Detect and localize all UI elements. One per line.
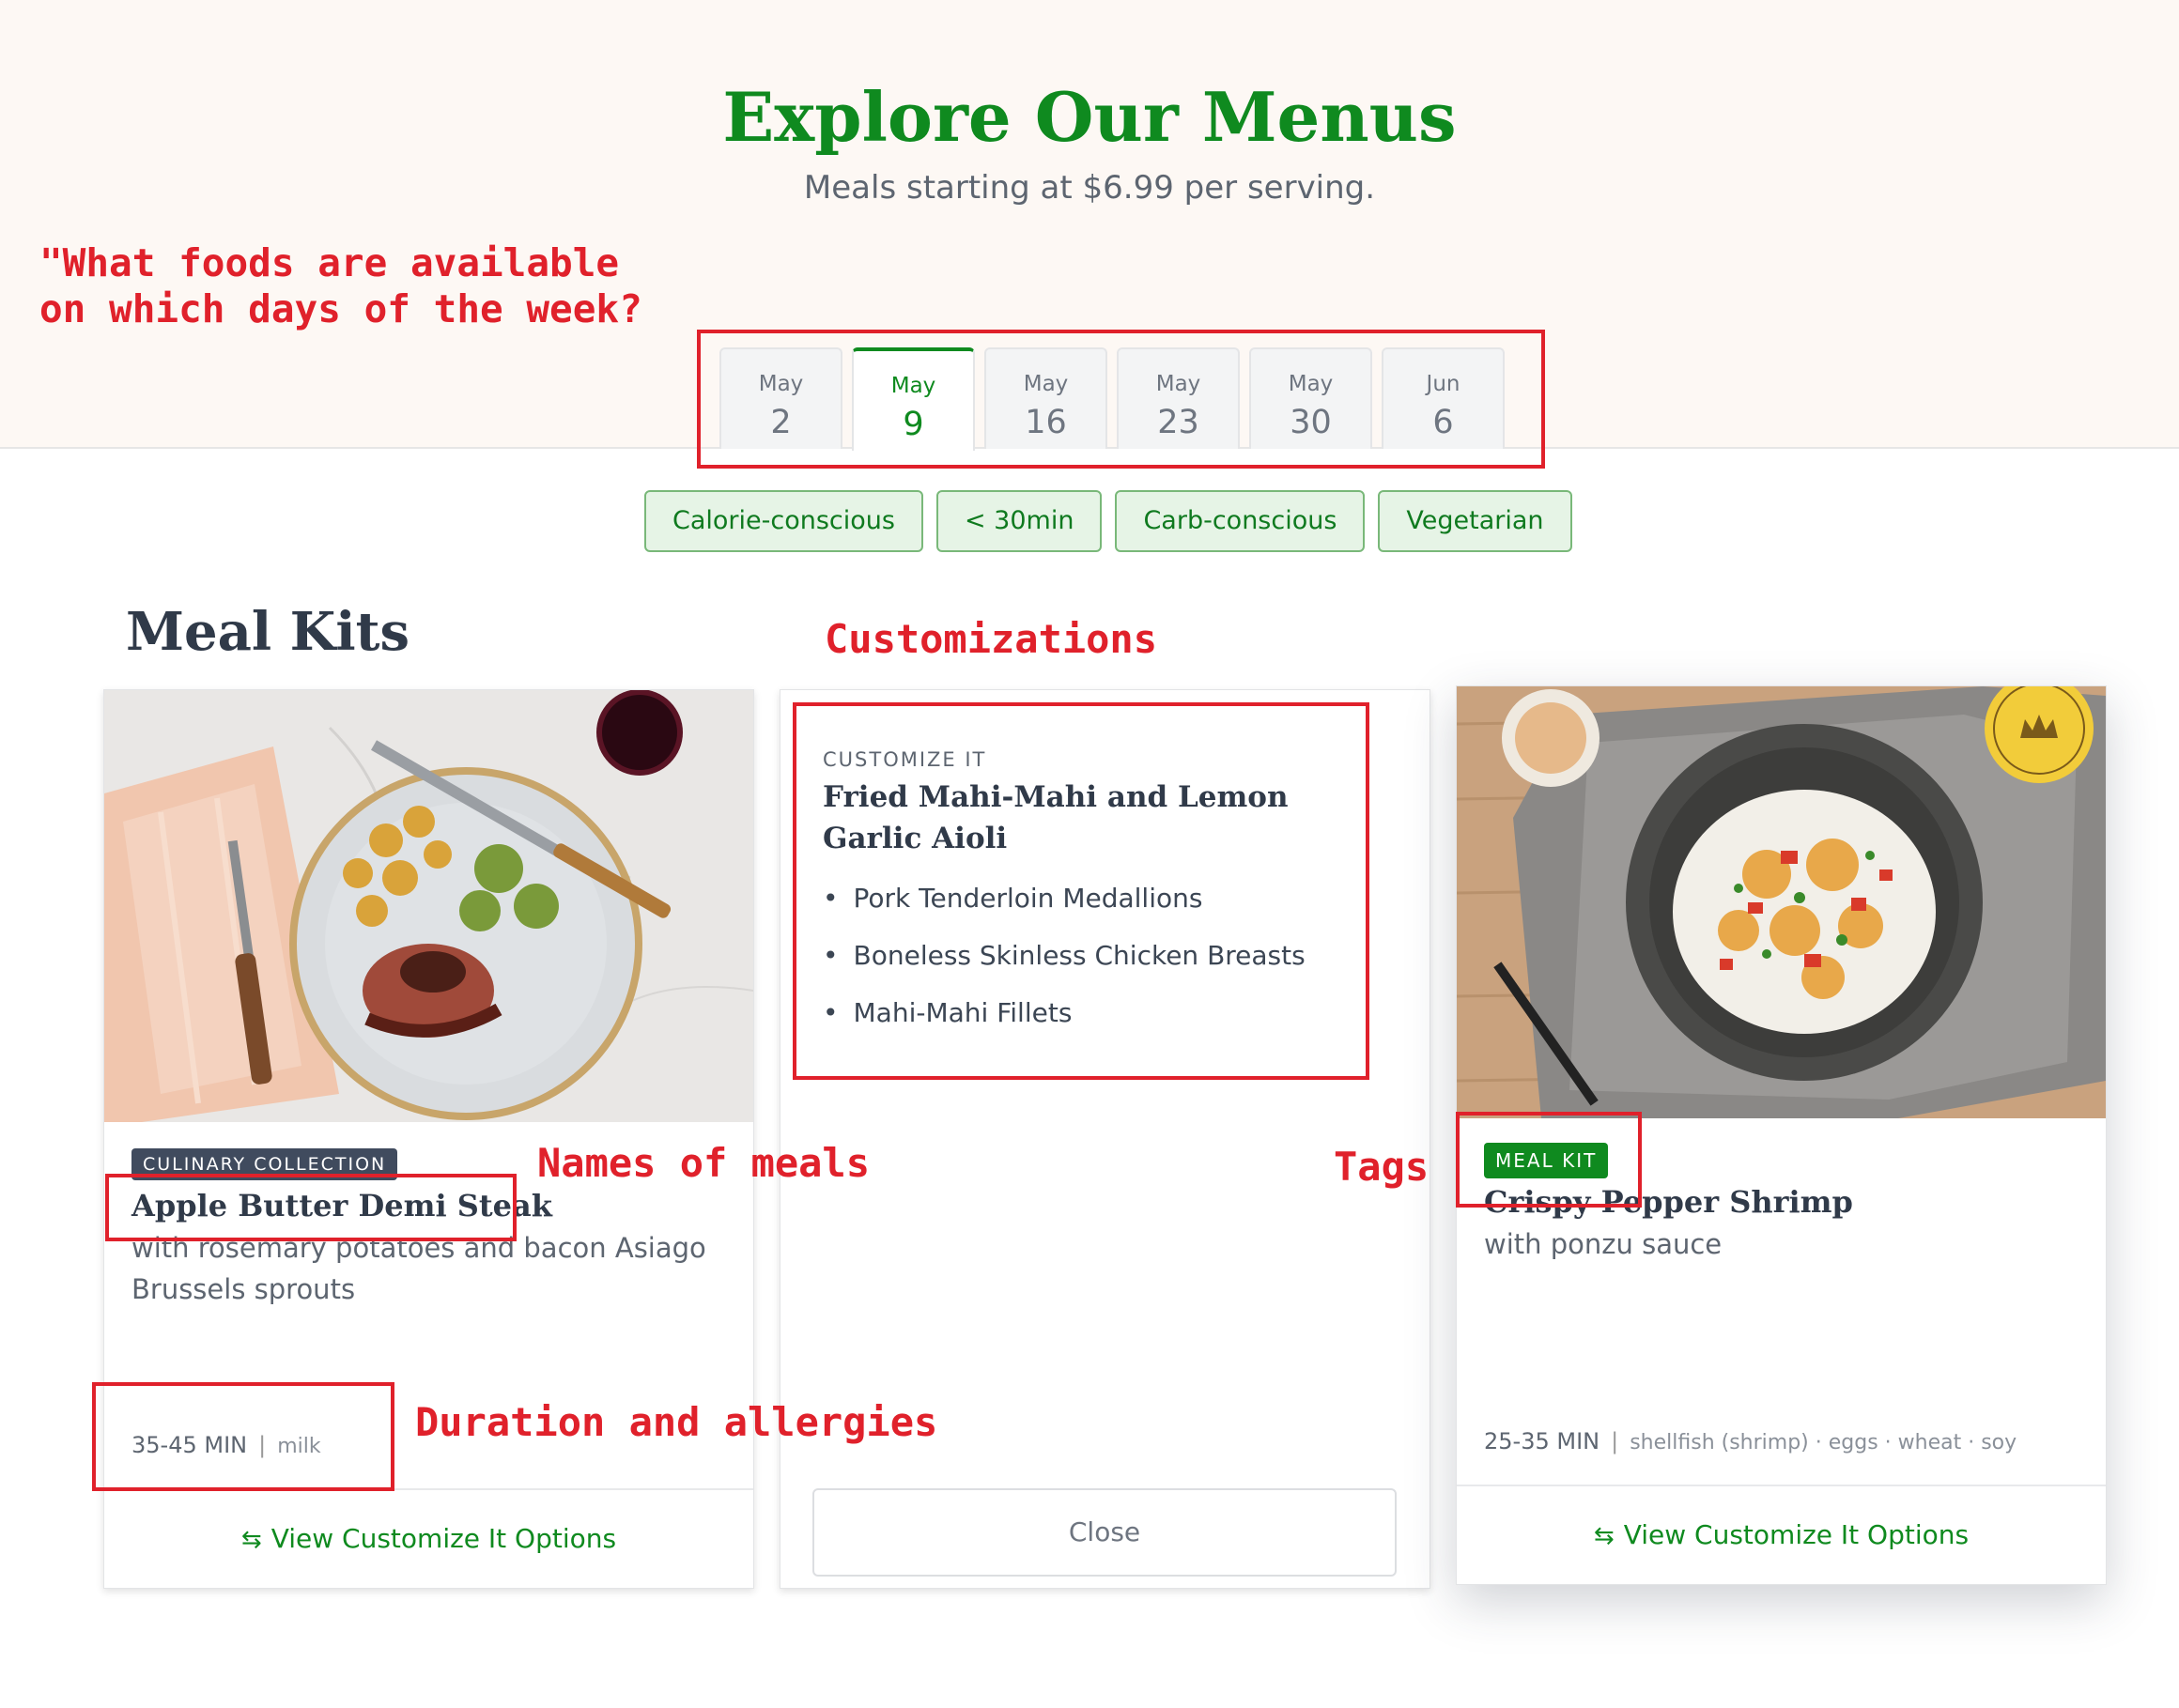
annotation-question: "What foods are available on which days …	[39, 240, 642, 332]
annotation-question-line: "What foods are available	[39, 240, 620, 285]
page-title: Explore Our Menus	[722, 77, 1457, 157]
filter-chips: Calorie-conscious < 30min Carb-conscious…	[644, 490, 1572, 552]
meal-duration: 25-35 MIN	[1484, 1428, 1600, 1454]
view-customize-options-button[interactable]: ⇆ View Customize It Options	[1457, 1485, 2106, 1584]
annotation-box-customizations	[793, 702, 1369, 1080]
view-customize-options-button[interactable]: ⇆ View Customize It Options	[104, 1488, 753, 1588]
annotation-question-line: on which days of the week?	[39, 286, 642, 331]
annotation-tags: Tags	[1334, 1144, 1429, 1190]
meal-subtitle: with ponzu sauce	[1484, 1228, 1723, 1260]
annotation-box-tags	[1456, 1112, 1642, 1208]
view-customize-options-label: View Customize It Options	[270, 1523, 617, 1554]
filter-chip-under-30min[interactable]: < 30min	[935, 490, 1103, 552]
meal-meta: 25-35 MIN | shellfish (shrimp) · eggs · wh…	[1484, 1428, 2017, 1454]
swap-arrows-icon: ⇆	[240, 1526, 262, 1554]
filter-chip-carb-conscious[interactable]: Carb-conscious	[1115, 490, 1366, 552]
annotation-box-duration	[92, 1382, 394, 1491]
page-subtitle: Meals starting at $6.99 per serving.	[803, 169, 1376, 207]
filter-chip-calorie-conscious[interactable]: Calorie-conscious	[644, 490, 923, 552]
meta-separator: |	[1611, 1428, 1619, 1454]
meal-photo[interactable]	[1457, 686, 2106, 1118]
meal-photo[interactable]	[104, 690, 753, 1122]
annotation-duration: Duration and allergies	[415, 1399, 938, 1445]
close-button[interactable]: Close	[812, 1488, 1397, 1577]
filter-chip-vegetarian[interactable]: Vegetarian	[1378, 490, 1572, 552]
swap-arrows-icon: ⇆	[1593, 1522, 1615, 1550]
annotation-customizations: Customizations	[825, 616, 1158, 662]
annotation-box-names	[105, 1174, 517, 1241]
view-customize-options-label: View Customize It Options	[1623, 1519, 1970, 1550]
meal-allergens: shellfish (shrimp) · eggs · wheat · soy	[1630, 1431, 2017, 1454]
section-title-meal-kits: Meal Kits	[126, 601, 410, 663]
annotation-names: Names of meals	[537, 1140, 871, 1186]
annotation-box-dates	[697, 330, 1545, 469]
